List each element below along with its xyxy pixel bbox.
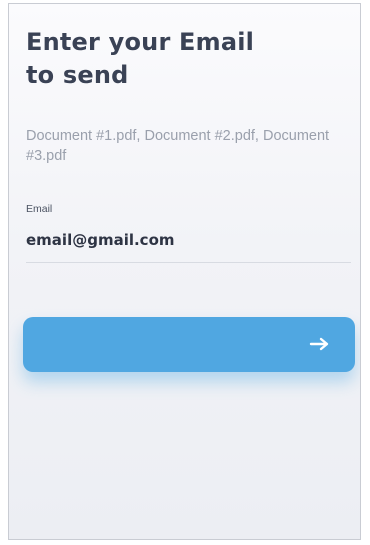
email-label: Email [26,203,53,215]
email-send-screen: Enter your Email to send Document #1.pdf,… [8,3,361,540]
page-title: Enter your Email to send [26,26,346,92]
send-button[interactable] [23,317,355,372]
email-input[interactable] [24,226,355,254]
title-line-2: to send [26,61,129,89]
document-list: Document #1.pdf, Document #2.pdf, Docume… [26,128,330,164]
arrow-right-icon [309,337,329,351]
email-underline [26,262,351,263]
title-line-1: Enter your Email [26,28,255,56]
